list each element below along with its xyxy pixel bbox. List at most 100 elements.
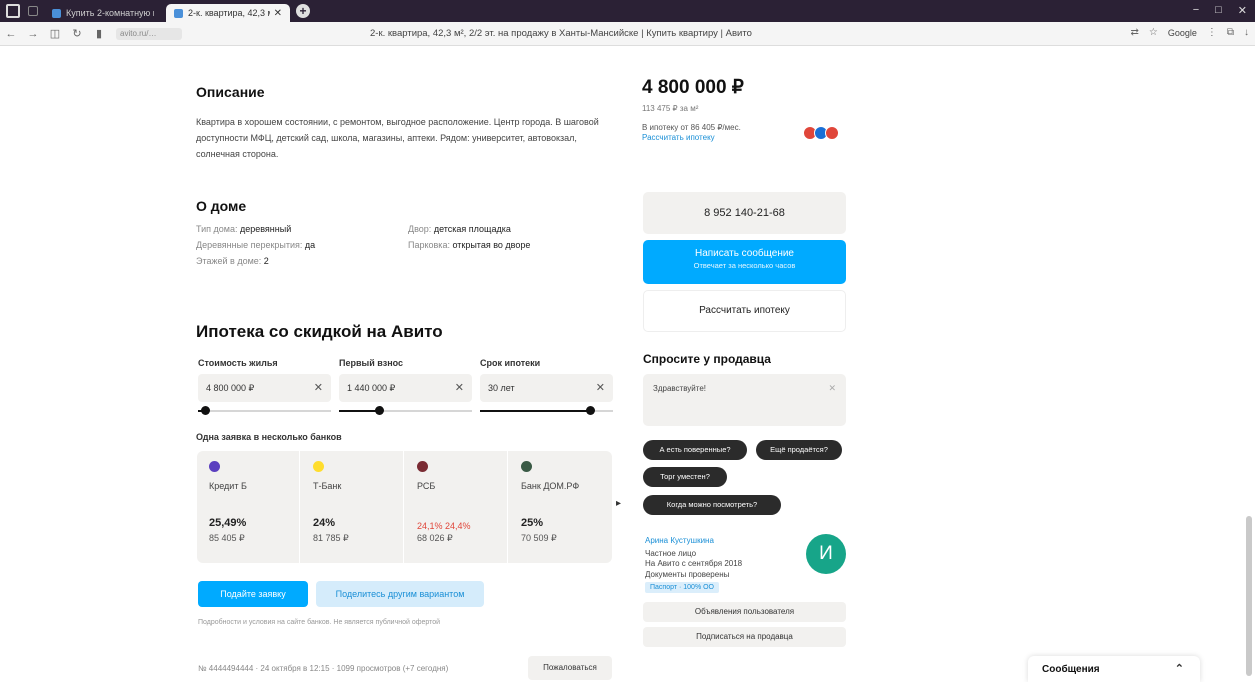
browser-tab-bar: Купить 2-комнатную кв… 2-к. квартира, 42… — [0, 0, 1255, 22]
translate-chip[interactable]: Google — [1168, 28, 1197, 38]
reload-icon[interactable]: ↻ — [66, 27, 88, 40]
clear-icon[interactable]: ✕ — [596, 381, 605, 394]
show-phone-button[interactable]: 8 952 140-21-68 — [643, 192, 846, 234]
price-field[interactable]: 4 800 000 ₽ ✕ — [198, 374, 331, 402]
quick-question-chip[interactable]: Торг уместен? — [643, 467, 727, 487]
banks-carousel: Кредит Б 25,49% 85 405 ₽ Т-Банк 24% 81 7… — [197, 451, 612, 563]
mortgage-link[interactable]: Рассчитать ипотеку — [642, 133, 715, 142]
bank-card[interactable]: Т-Банк 24% 81 785 ₽ — [301, 451, 404, 563]
browser-tab-active[interactable]: 2-к. квартира, 42,3 м²… ✕ — [166, 4, 290, 22]
house-param: Этажей в доме: 2 — [196, 256, 269, 266]
tab-title: Купить 2-комнатную кв… — [66, 8, 154, 18]
chevron-up-icon[interactable]: ⌃ — [1175, 662, 1184, 675]
address-bar: ← → ◫ ↻ ▮ avito.ru/… 2-к. квартира, 42,3… — [0, 22, 1255, 46]
carousel-next-icon[interactable]: ▸ — [616, 498, 621, 509]
share-icon[interactable]: ⧉ — [1227, 27, 1234, 38]
term-field[interactable]: 30 лет ✕ — [480, 374, 613, 402]
slider-handle[interactable] — [374, 406, 384, 415]
payment-logo-icon — [825, 126, 839, 140]
subscribe-seller-button[interactable]: Подписаться на продавца — [643, 627, 846, 647]
messages-label: Сообщения — [1042, 664, 1100, 675]
seller-type: Частное лицо — [645, 549, 697, 558]
new-tab-icon[interactable]: + — [296, 4, 310, 18]
mortgage-title: Ипотека со скидкой на Авито — [196, 322, 443, 341]
message-button-label: Написать сообщение — [694, 248, 794, 259]
forward-icon[interactable]: → — [22, 28, 44, 40]
bank-card[interactable]: РСБ 24,1% 24,4% 68 026 ₽ — [405, 451, 508, 563]
address-actions: ⇄ ☆ Google ⋮ ⧉ ↓ — [1130, 27, 1249, 38]
payment-icons — [803, 126, 839, 140]
back-icon[interactable]: ← — [0, 28, 22, 40]
scrollbar[interactable] — [1246, 516, 1252, 676]
bank-logo-icon — [209, 461, 220, 472]
quick-question-chip[interactable]: Когда можно посмотреть? — [643, 495, 781, 515]
quick-question-chip[interactable]: А есть поверенные? — [643, 440, 747, 460]
maximize-icon[interactable]: □ — [1215, 4, 1222, 17]
mortgage-note: В ипотеку от 86 405 ₽/мес. — [642, 123, 741, 132]
slider-handle[interactable] — [586, 406, 596, 415]
translate-icon[interactable]: ⇄ — [1130, 27, 1138, 38]
bank-rate: 24% — [313, 517, 336, 529]
seller-listings-button[interactable]: Объявления пользователя — [643, 602, 846, 622]
banks-label: Одна заявка в несколько банков — [196, 432, 342, 442]
term-label: Срок ипотеки — [480, 358, 541, 368]
avito-favicon-icon — [52, 8, 61, 18]
description-title: Описание — [196, 84, 265, 100]
browser-tab-inactive[interactable]: Купить 2-комнатную кв… — [44, 4, 162, 22]
bank-card[interactable]: Банк ДОМ.РФ 25% 70 509 ₽ — [509, 451, 612, 563]
download-icon[interactable]: ↓ — [1244, 27, 1249, 38]
seller-name[interactable]: Арина Кустушкина — [645, 536, 714, 545]
price: 4 800 000 ₽ — [642, 77, 744, 98]
page-title: 2-к. квартира, 42,3 м², 2/2 эт. на прода… — [370, 28, 752, 39]
ask-seller-input[interactable]: Здравствуйте! ✕ — [643, 374, 846, 426]
tab-list-icon[interactable] — [28, 6, 38, 16]
avatar[interactable]: И — [806, 534, 846, 574]
close-window-icon[interactable]: ✕ — [1238, 4, 1247, 17]
price-per-meter: 113 475 ₽ за м² — [642, 104, 699, 113]
calc-mortgage-button[interactable]: Рассчитать ипотеку — [643, 290, 846, 332]
bank-payment: 85 405 ₽ — [209, 533, 245, 543]
seller-since: На Авито с сентября 2018 — [645, 559, 743, 568]
close-tab-icon[interactable]: ✕ — [274, 8, 282, 19]
down-payment-field[interactable]: 1 440 000 ₽ ✕ — [339, 374, 472, 402]
avito-favicon-icon — [174, 8, 183, 18]
messages-widget[interactable]: Сообщения ⌃ — [1028, 656, 1200, 682]
lock-icon: ▮ — [95, 28, 103, 40]
quick-question-chip[interactable]: Ещё продаётся? — [756, 440, 842, 460]
term-slider[interactable] — [480, 406, 613, 415]
seller-docs: Документы проверены — [645, 570, 730, 579]
ask-seller-title: Спросите у продавца — [643, 352, 771, 366]
bank-card[interactable]: Кредит Б 25,49% 85 405 ₽ — [197, 451, 300, 563]
house-title: О доме — [196, 198, 247, 214]
clear-icon[interactable]: ✕ — [828, 383, 836, 394]
clear-icon[interactable]: ✕ — [455, 381, 464, 394]
down-payment-label: Первый взнос — [339, 358, 404, 368]
bank-rate: 25,49% — [209, 517, 247, 529]
seller-badge: Паспорт · 100% ОО — [645, 582, 719, 593]
url-field[interactable]: avito.ru/… — [116, 27, 182, 40]
share-button[interactable]: Поделитесь другим вариантом — [316, 581, 484, 607]
slider-handle[interactable] — [200, 406, 210, 415]
write-message-button[interactable]: Написать сообщение Отвечает за несколько… — [643, 240, 846, 284]
bookmark-icon[interactable]: ☆ — [1149, 27, 1158, 38]
bank-logo-icon — [313, 461, 324, 472]
bank-logo-icon — [417, 461, 428, 472]
bank-rate: 24,1% 24,4% — [417, 521, 471, 531]
clear-icon[interactable]: ✕ — [314, 381, 323, 394]
price-field-label: Стоимость жилья — [198, 358, 278, 368]
listing-meta: № 4444494444 · 24 октября в 12:15 · 1099… — [198, 664, 449, 673]
down-payment-slider[interactable] — [339, 406, 472, 415]
bank-name: РСБ — [417, 481, 436, 491]
browser-menu-icon[interactable] — [6, 4, 20, 18]
tab-title: 2-к. квартира, 42,3 м²… — [188, 8, 270, 18]
message-button-sub: Отвечает за несколько часов — [693, 261, 796, 270]
complain-button[interactable]: Пожаловаться — [528, 656, 612, 680]
tabs-icon[interactable]: ◫ — [44, 27, 66, 40]
minimize-icon[interactable]: − — [1193, 4, 1199, 17]
bank-payment: 68 026 ₽ — [417, 533, 453, 543]
description-text: Квартира в хорошем состоянии, с ремонтом… — [196, 117, 599, 159]
price-slider[interactable] — [198, 406, 331, 415]
extensions-icon[interactable]: ⋮ — [1207, 27, 1217, 38]
house-param: Парковка: открытая во дворе — [408, 240, 531, 250]
apply-button[interactable]: Подайте заявку — [198, 581, 308, 607]
